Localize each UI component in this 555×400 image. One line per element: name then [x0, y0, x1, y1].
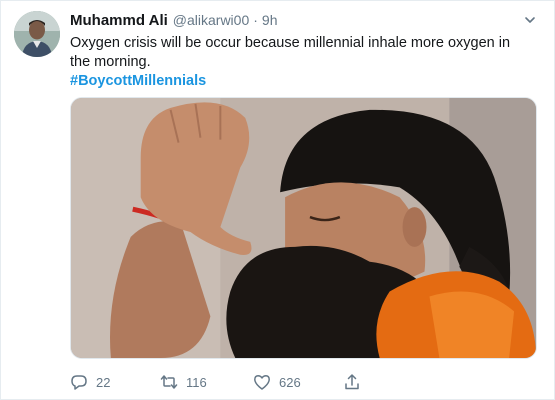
photo — [71, 98, 536, 358]
tweet-card[interactable]: Muhammd Ali @alikarwi00 · 9h Oxygen cris… — [0, 0, 555, 400]
tweet-text: Oxygen crisis will be occur because mill… — [70, 34, 530, 91]
tweet-timestamp[interactable]: 9h — [262, 12, 278, 28]
reply-count: 22 — [96, 374, 111, 390]
heart-icon — [253, 373, 271, 391]
author-name[interactable]: Muhammd Ali — [70, 12, 168, 29]
share-button[interactable] — [343, 373, 361, 391]
like-count: 626 — [279, 374, 301, 390]
retweet-icon — [160, 373, 178, 391]
retweet-button[interactable]: 116 — [160, 373, 207, 391]
separator-dot: · — [253, 12, 258, 28]
share-icon — [343, 373, 361, 391]
like-button[interactable]: 626 — [253, 373, 301, 391]
tweet-media-image[interactable] — [70, 97, 537, 359]
reply-button[interactable]: 22 — [70, 373, 110, 391]
chevron-down-icon[interactable] — [523, 13, 537, 27]
avatar-image — [14, 11, 60, 57]
reply-icon — [70, 373, 88, 391]
hashtag-link[interactable]: #BoycottMillennials — [70, 72, 530, 91]
retweet-count: 116 — [186, 374, 207, 390]
tweet-actions: 22 116 626 — [70, 373, 370, 395]
avatar[interactable] — [14, 11, 60, 57]
tweet-body: Oxygen crisis will be occur because mill… — [70, 35, 511, 70]
author-handle[interactable]: @alikarwi00 — [173, 12, 249, 28]
tweet-header: Muhammd Ali @alikarwi00 · 9h — [70, 12, 278, 32]
